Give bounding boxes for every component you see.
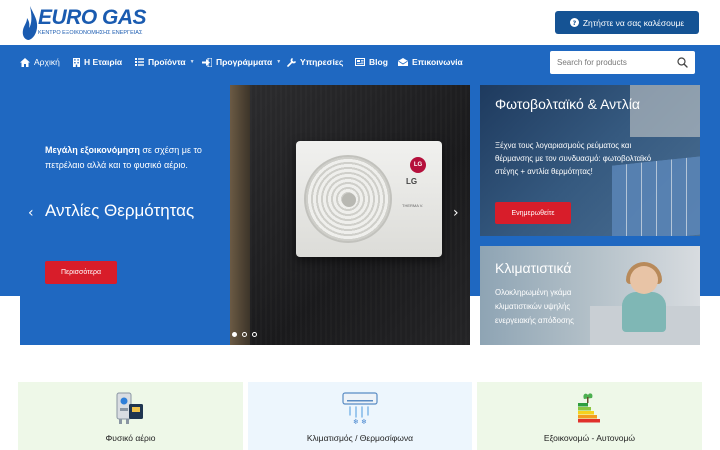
nav-label: Blog [369,57,388,67]
enter-icon [202,57,212,67]
feature-energy-saving[interactable]: Εξοικονομώ - Αυτονομώ [477,382,702,450]
question-circle-icon: ? [569,18,579,27]
svg-text:❄ ❄: ❄ ❄ [353,418,367,425]
search-icon[interactable] [677,57,688,68]
air-conditioner-icon: ❄ ❄ [342,392,378,425]
feature-natural-gas[interactable]: Φυσικό αέριο [18,382,243,450]
logo[interactable]: EURO GAS ΚΕΝΤΡΟ ΕΞΟΙΚΟΝΟΜΗΣΗΣ ΕΝΕΡΓΕΙΑΣ [22,4,147,42]
nav-label: Επικοινωνία [412,57,463,67]
building-icon [73,57,80,67]
feature-label: Φυσικό αέριο [105,433,156,443]
nav-item-services[interactable]: Υπηρεσίες [287,45,343,79]
wrench-icon [287,57,296,67]
newspaper-icon [355,58,365,66]
slide-lead-bold: Μεγάλη εξοικονόμηση [45,145,140,155]
chevron-left-icon[interactable]: ‹ [28,205,34,221]
lg-logo: LG [410,157,426,173]
learn-more-button[interactable]: Ενημερωθείτε [495,202,571,224]
person-image [622,292,666,332]
slider-dot[interactable] [242,332,247,337]
card-title: Φωτοβολταϊκό & Αντλία [495,96,640,112]
slider-dot[interactable] [232,332,237,337]
card-description: Ολοκληρωμένη γκάμα κλιματιστικών υψηλής … [495,288,574,325]
nav-label: Αρχική [34,57,60,67]
list-icon [135,58,144,66]
slide-title: Αντλίες Θερμότητας [45,201,195,220]
heat-pump-photo: LG LG THERMA V. [230,85,470,345]
feature-label: Εξοικονομώ - Αυτονομώ [543,433,636,443]
flame-icon [22,6,38,40]
nav-label: Υπηρεσίες [300,57,344,67]
heat-pump-unit: LG LG THERMA V. [296,141,442,257]
envelope-icon [398,58,408,66]
photo-model: THERMA V. [402,203,424,208]
promo-card-photovoltaic[interactable]: Φωτοβολταϊκό & Αντλία Ξέχνα τους λογαρια… [480,85,700,236]
nav-item-company[interactable]: Η Εταιρία [73,45,122,79]
card-description: Ξέχνα τους λογαριασμούς ρεύματος και θέρ… [495,141,652,176]
nav-label: Προγράμματα [216,57,273,67]
feature-air-conditioning[interactable]: ❄ ❄ Κλιματισμός / Θερμοσίφωνα [248,382,472,450]
slider-dot[interactable] [252,332,257,337]
promo-card-air-conditioners[interactable]: Κλιματιστικά Ολοκληρωμένη γκάμα κλιματισ… [480,246,700,345]
nav-item-products[interactable]: Προϊόντα ▼ [135,45,195,79]
energy-label-icon [577,393,600,423]
photo-brand: LG [406,177,418,186]
chevron-down-icon: ▼ [276,59,282,65]
svg-text:?: ? [573,20,577,27]
slide-lead: Μεγάλη εξοικονόμηση σε σχέση με το πετρέ… [45,143,217,173]
call-me-button[interactable]: ? Ζητήστε να σας καλέσουμε [555,11,699,34]
nav-item-blog[interactable]: Blog [355,45,388,79]
nav-item-contact[interactable]: Επικοινωνία [398,45,463,79]
top-bar: EURO GAS ΚΕΝΤΡΟ ΕΞΟΙΚΟΝΟΜΗΣΗΣ ΕΝΕΡΓΕΙΑΣ … [0,0,720,45]
call-me-label: Ζητήστε να σας καλέσουμε [582,17,685,28]
logo-subtitle: ΚΕΝΤΡΟ ΕΞΟΙΚΟΝΟΜΗΣΗΣ ΕΝΕΡΓΕΙΑΣ [38,30,143,36]
nav-label: Η Εταιρία [84,57,123,67]
card-title: Κλιματιστικά [495,260,572,276]
nav-item-programs[interactable]: Προγράμματα ▼ [202,45,281,79]
nav-label: Προϊόντα [148,57,186,67]
search-box [550,51,695,74]
nav-item-home[interactable]: Αρχική [20,45,60,79]
more-button[interactable]: Περισσότερα [45,261,117,284]
boiler-icon [116,392,143,424]
feature-label: Κλιματισμός / Θερμοσίφωνα [306,433,414,443]
hero-slider: LG LG THERMA V. Μεγάλη εξοικονόμηση σε σ… [20,85,470,345]
fan-grille [304,155,392,243]
search-input[interactable] [557,58,672,67]
chevron-down-icon: ▼ [189,59,195,65]
home-icon [20,57,30,67]
logo-text: EURO GAS [38,6,147,29]
slider-dots [232,332,257,337]
chevron-right-icon[interactable]: › [453,205,459,221]
